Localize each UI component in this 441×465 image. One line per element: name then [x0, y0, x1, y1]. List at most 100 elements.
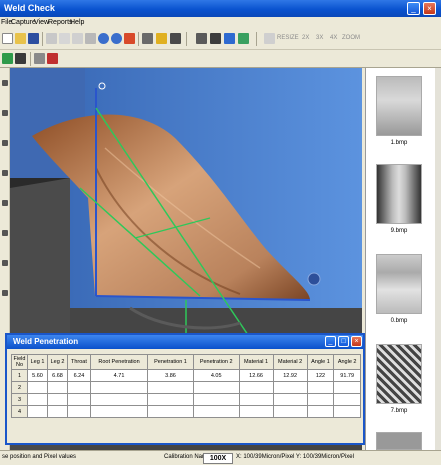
table-cell[interactable]: 5.60 [27, 369, 48, 382]
menu-capture[interactable]: Capture [11, 19, 36, 26]
copy-icon[interactable] [59, 33, 70, 44]
table-cell[interactable] [238, 405, 274, 418]
thumbnail-3[interactable] [376, 254, 422, 314]
resize-icon[interactable] [264, 33, 275, 44]
cut-icon[interactable] [85, 33, 96, 44]
close-button[interactable]: × [423, 2, 436, 15]
table-cell[interactable] [192, 405, 240, 418]
undo-icon[interactable] [98, 33, 109, 44]
polygon-tool-icon[interactable] [2, 200, 8, 206]
table-cell[interactable] [27, 393, 48, 406]
table-cell[interactable]: 91.79 [333, 369, 361, 382]
dialog-maximize-button[interactable]: □ [338, 336, 349, 347]
table-cell[interactable] [147, 381, 194, 394]
table-cell[interactable] [272, 405, 308, 418]
table-cell[interactable] [47, 381, 68, 394]
table-cell[interactable]: 12.66 [238, 369, 274, 382]
table-cell[interactable] [89, 381, 149, 394]
measure-icon[interactable] [34, 53, 45, 64]
rotate-icon[interactable] [124, 33, 135, 44]
penetration-table: Field No Leg 1 Leg 2 Throat Root Penetra… [11, 354, 361, 418]
table-cell[interactable]: 4.05 [192, 369, 240, 382]
arrow-tool-icon[interactable] [2, 260, 8, 266]
table-cell[interactable] [306, 381, 335, 394]
table-cell[interactable] [333, 393, 361, 406]
new-file-icon[interactable] [2, 33, 13, 44]
paste-icon[interactable] [72, 33, 83, 44]
table-cell[interactable]: 4.71 [89, 369, 149, 382]
zoom-label[interactable]: ZOOM [342, 35, 360, 41]
table-cell[interactable]: 6.68 [47, 369, 68, 382]
image-icon[interactable] [224, 33, 235, 44]
pointer-help-icon[interactable] [170, 33, 181, 44]
zoom-4x-label[interactable]: 4X [330, 35, 337, 41]
dialog-close-button[interactable]: × [351, 336, 362, 347]
table-cell[interactable] [147, 393, 194, 406]
line-tool-icon[interactable] [2, 80, 8, 86]
print-icon[interactable] [46, 33, 57, 44]
circle-tool-icon[interactable] [2, 140, 8, 146]
thumbnail-2[interactable] [376, 164, 422, 224]
table-cell[interactable] [67, 405, 91, 418]
help-icon[interactable] [156, 33, 167, 44]
camera-icon[interactable] [210, 33, 221, 44]
table-cell[interactable]: 6.24 [67, 369, 91, 382]
column-header: Throat [67, 354, 91, 370]
thumbnail-4[interactable] [376, 344, 422, 404]
table-cell[interactable] [192, 393, 240, 406]
minimize-button[interactable]: _ [407, 2, 420, 15]
table-cell[interactable] [192, 381, 240, 394]
coordinate-readout: X: 100/39Micron/Pixel Y: 100/39Micron/Pi… [236, 454, 354, 460]
table-cell[interactable] [67, 393, 91, 406]
table-cell[interactable] [47, 405, 68, 418]
table-cell[interactable] [333, 381, 361, 394]
menu-reports[interactable]: Reports [48, 19, 73, 26]
printer-icon[interactable] [142, 33, 153, 44]
cursor-icon[interactable] [15, 53, 26, 64]
thumbnail-scrollbar[interactable] [435, 68, 441, 450]
save-icon[interactable] [28, 33, 39, 44]
table-cell[interactable] [238, 393, 274, 406]
thumbnail-1[interactable] [376, 76, 422, 136]
table-cell[interactable] [238, 381, 274, 394]
table-row[interactable]: 2 [11, 381, 361, 394]
table-cell[interactable] [147, 405, 194, 418]
table-cell[interactable]: 12.92 [272, 369, 308, 382]
zoom-2x-label[interactable]: 2X [302, 35, 309, 41]
table-cell[interactable] [333, 405, 361, 418]
zoom-3x-label[interactable]: 3X [316, 35, 323, 41]
text-tool-icon[interactable] [2, 230, 8, 236]
table-cell[interactable] [67, 381, 91, 394]
dialog-minimize-button[interactable]: _ [325, 336, 336, 347]
table-cell[interactable]: 3.86 [147, 369, 194, 382]
zoom-tool-icon[interactable] [2, 290, 8, 296]
open-folder-icon[interactable] [15, 33, 26, 44]
export-icon[interactable] [238, 33, 249, 44]
menu-view[interactable]: View [34, 19, 49, 26]
delete-icon[interactable] [47, 53, 58, 64]
menu-help[interactable]: Help [70, 19, 84, 26]
table-cell[interactable] [89, 393, 149, 406]
calibration-value[interactable]: 100X [203, 453, 233, 464]
table-cell[interactable] [306, 393, 335, 406]
thumbnail-5[interactable] [376, 432, 422, 450]
table-cell[interactable] [89, 405, 149, 418]
table-cell[interactable] [27, 381, 48, 394]
table-cell[interactable] [272, 393, 308, 406]
table-cell[interactable] [47, 393, 68, 406]
table-cell[interactable] [27, 405, 48, 418]
table-row[interactable]: 3 [11, 393, 361, 406]
table-row[interactable]: 1 5.60 6.68 6.24 4.71 3.86 4.05 12.66 12… [11, 369, 361, 382]
table-cell[interactable]: 122 [306, 369, 335, 382]
table-row[interactable]: 4 [11, 405, 361, 418]
arc-tool-icon[interactable] [2, 170, 8, 176]
resize-label[interactable]: RESIZE [277, 35, 299, 41]
table-cell[interactable] [272, 381, 308, 394]
redo-icon[interactable] [111, 33, 122, 44]
table-cell[interactable] [306, 405, 335, 418]
column-header: Leg 1 [27, 354, 48, 370]
grid-icon[interactable] [2, 53, 13, 64]
row-number: 1 [11, 369, 28, 382]
angle-tool-icon[interactable] [2, 110, 8, 116]
capture-icon[interactable] [196, 33, 207, 44]
